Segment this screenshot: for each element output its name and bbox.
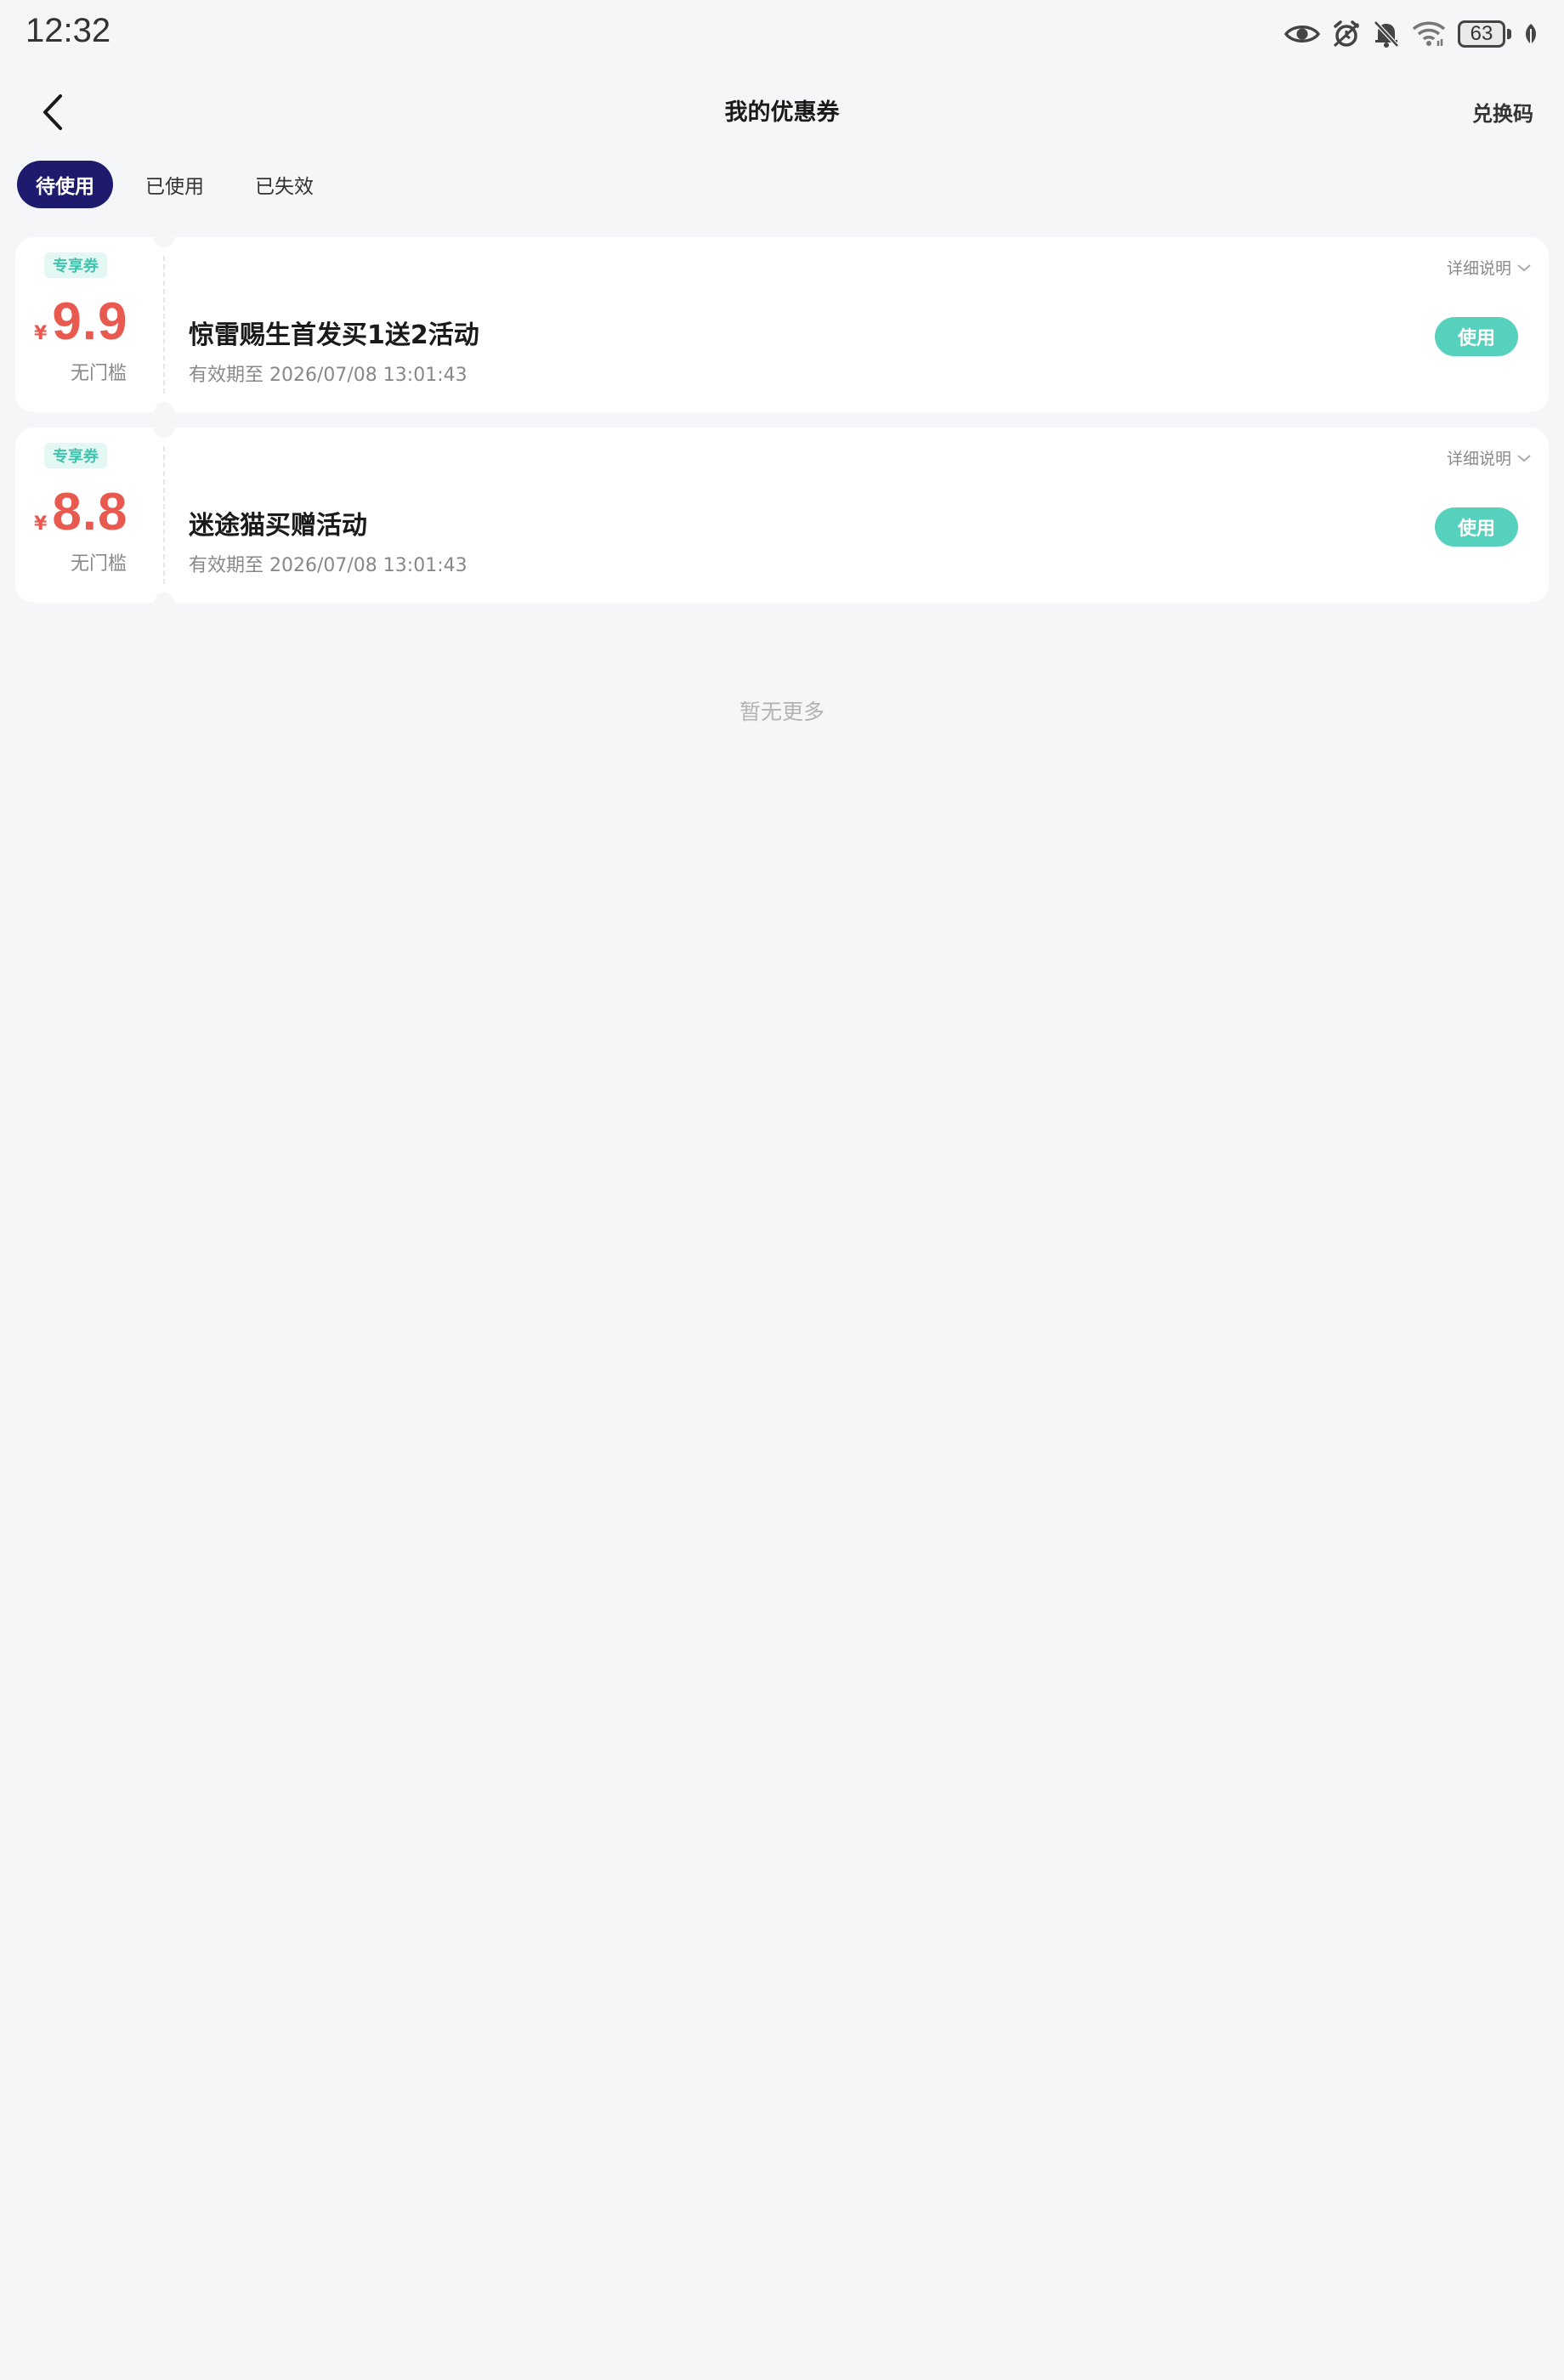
ticket-notch <box>154 592 174 613</box>
status-bar: 12:32 63 <box>0 0 1564 71</box>
battery-level: 63 <box>1458 20 1505 48</box>
tab-used[interactable]: 已使用 <box>127 161 223 208</box>
details-label: 详细说明 <box>1446 450 1511 468</box>
coupon-amount: ¥ 8.8 <box>34 482 128 542</box>
ticket-notch <box>154 227 174 247</box>
coupon-value-section: 专享券 ¥ 8.8 无门槛 <box>15 428 163 603</box>
wifi-icon <box>1412 20 1446 48</box>
details-toggle[interactable]: 详细说明 <box>1447 446 1532 469</box>
chevron-down-icon <box>1517 454 1531 462</box>
coupon-type-badge: 专享券 <box>44 443 107 468</box>
dashed-divider <box>163 256 165 394</box>
use-coupon-button[interactable]: 使用 <box>1435 317 1518 356</box>
alarm-icon <box>1332 20 1361 48</box>
no-more-text: 暂无更多 <box>739 700 824 724</box>
page-title: 我的优惠券 <box>724 99 840 126</box>
chevron-down-icon <box>1517 264 1531 271</box>
details-toggle[interactable]: 详细说明 <box>1447 256 1532 279</box>
coupon-status-tabs: 待使用 已使用 已失效 <box>17 161 332 208</box>
coupon-threshold: 无门槛 <box>70 553 127 575</box>
nav-bar: 我的优惠券 兑换码 <box>0 71 1564 153</box>
bell-off-icon <box>1373 20 1400 48</box>
coupon-title: 迷途猫买赠活动 <box>189 511 367 541</box>
coupon-threshold: 无门槛 <box>70 363 127 384</box>
coupon-expiry: 有效期至 2026/07/08 13:01:43 <box>189 555 468 576</box>
status-icons: 63 <box>1284 15 1538 53</box>
ticket-notch <box>154 417 174 438</box>
coupon-card: 专享券 ¥ 9.9 无门槛 惊雷赐生首发买1送2活动 有效期至 2026/07/… <box>15 227 1549 422</box>
coupon-card: 专享券 ¥ 8.8 无门槛 迷途猫买赠活动 有效期至 2026/07/08 13… <box>15 417 1549 613</box>
tab-expired[interactable]: 已失效 <box>236 161 332 208</box>
redeem-code-link[interactable]: 兑换码 <box>1472 97 1533 127</box>
currency-symbol: ¥ <box>34 323 48 344</box>
coupon-type-badge: 专享券 <box>44 252 107 278</box>
use-coupon-button[interactable]: 使用 <box>1435 507 1518 547</box>
leaf-icon <box>1523 22 1538 46</box>
dashed-divider <box>163 446 165 584</box>
amount-value: 8.8 <box>52 483 128 541</box>
battery-icon: 63 <box>1458 20 1511 48</box>
coupon-list: 专享券 ¥ 9.9 无门槛 惊雷赐生首发买1送2活动 有效期至 2026/07/… <box>15 227 1549 618</box>
coupon-expiry: 有效期至 2026/07/08 13:01:43 <box>189 365 468 386</box>
details-label: 详细说明 <box>1446 259 1511 278</box>
status-time: 12:32 <box>26 12 111 49</box>
coupon-value-section: 专享券 ¥ 9.9 无门槛 <box>15 237 163 412</box>
coupon-title: 惊雷赐生首发买1送2活动 <box>189 320 479 350</box>
eye-icon <box>1284 22 1320 46</box>
amount-value: 9.9 <box>52 292 128 351</box>
coupon-amount: ¥ 9.9 <box>34 292 128 352</box>
currency-symbol: ¥ <box>34 513 48 535</box>
tab-pending[interactable]: 待使用 <box>17 161 113 208</box>
